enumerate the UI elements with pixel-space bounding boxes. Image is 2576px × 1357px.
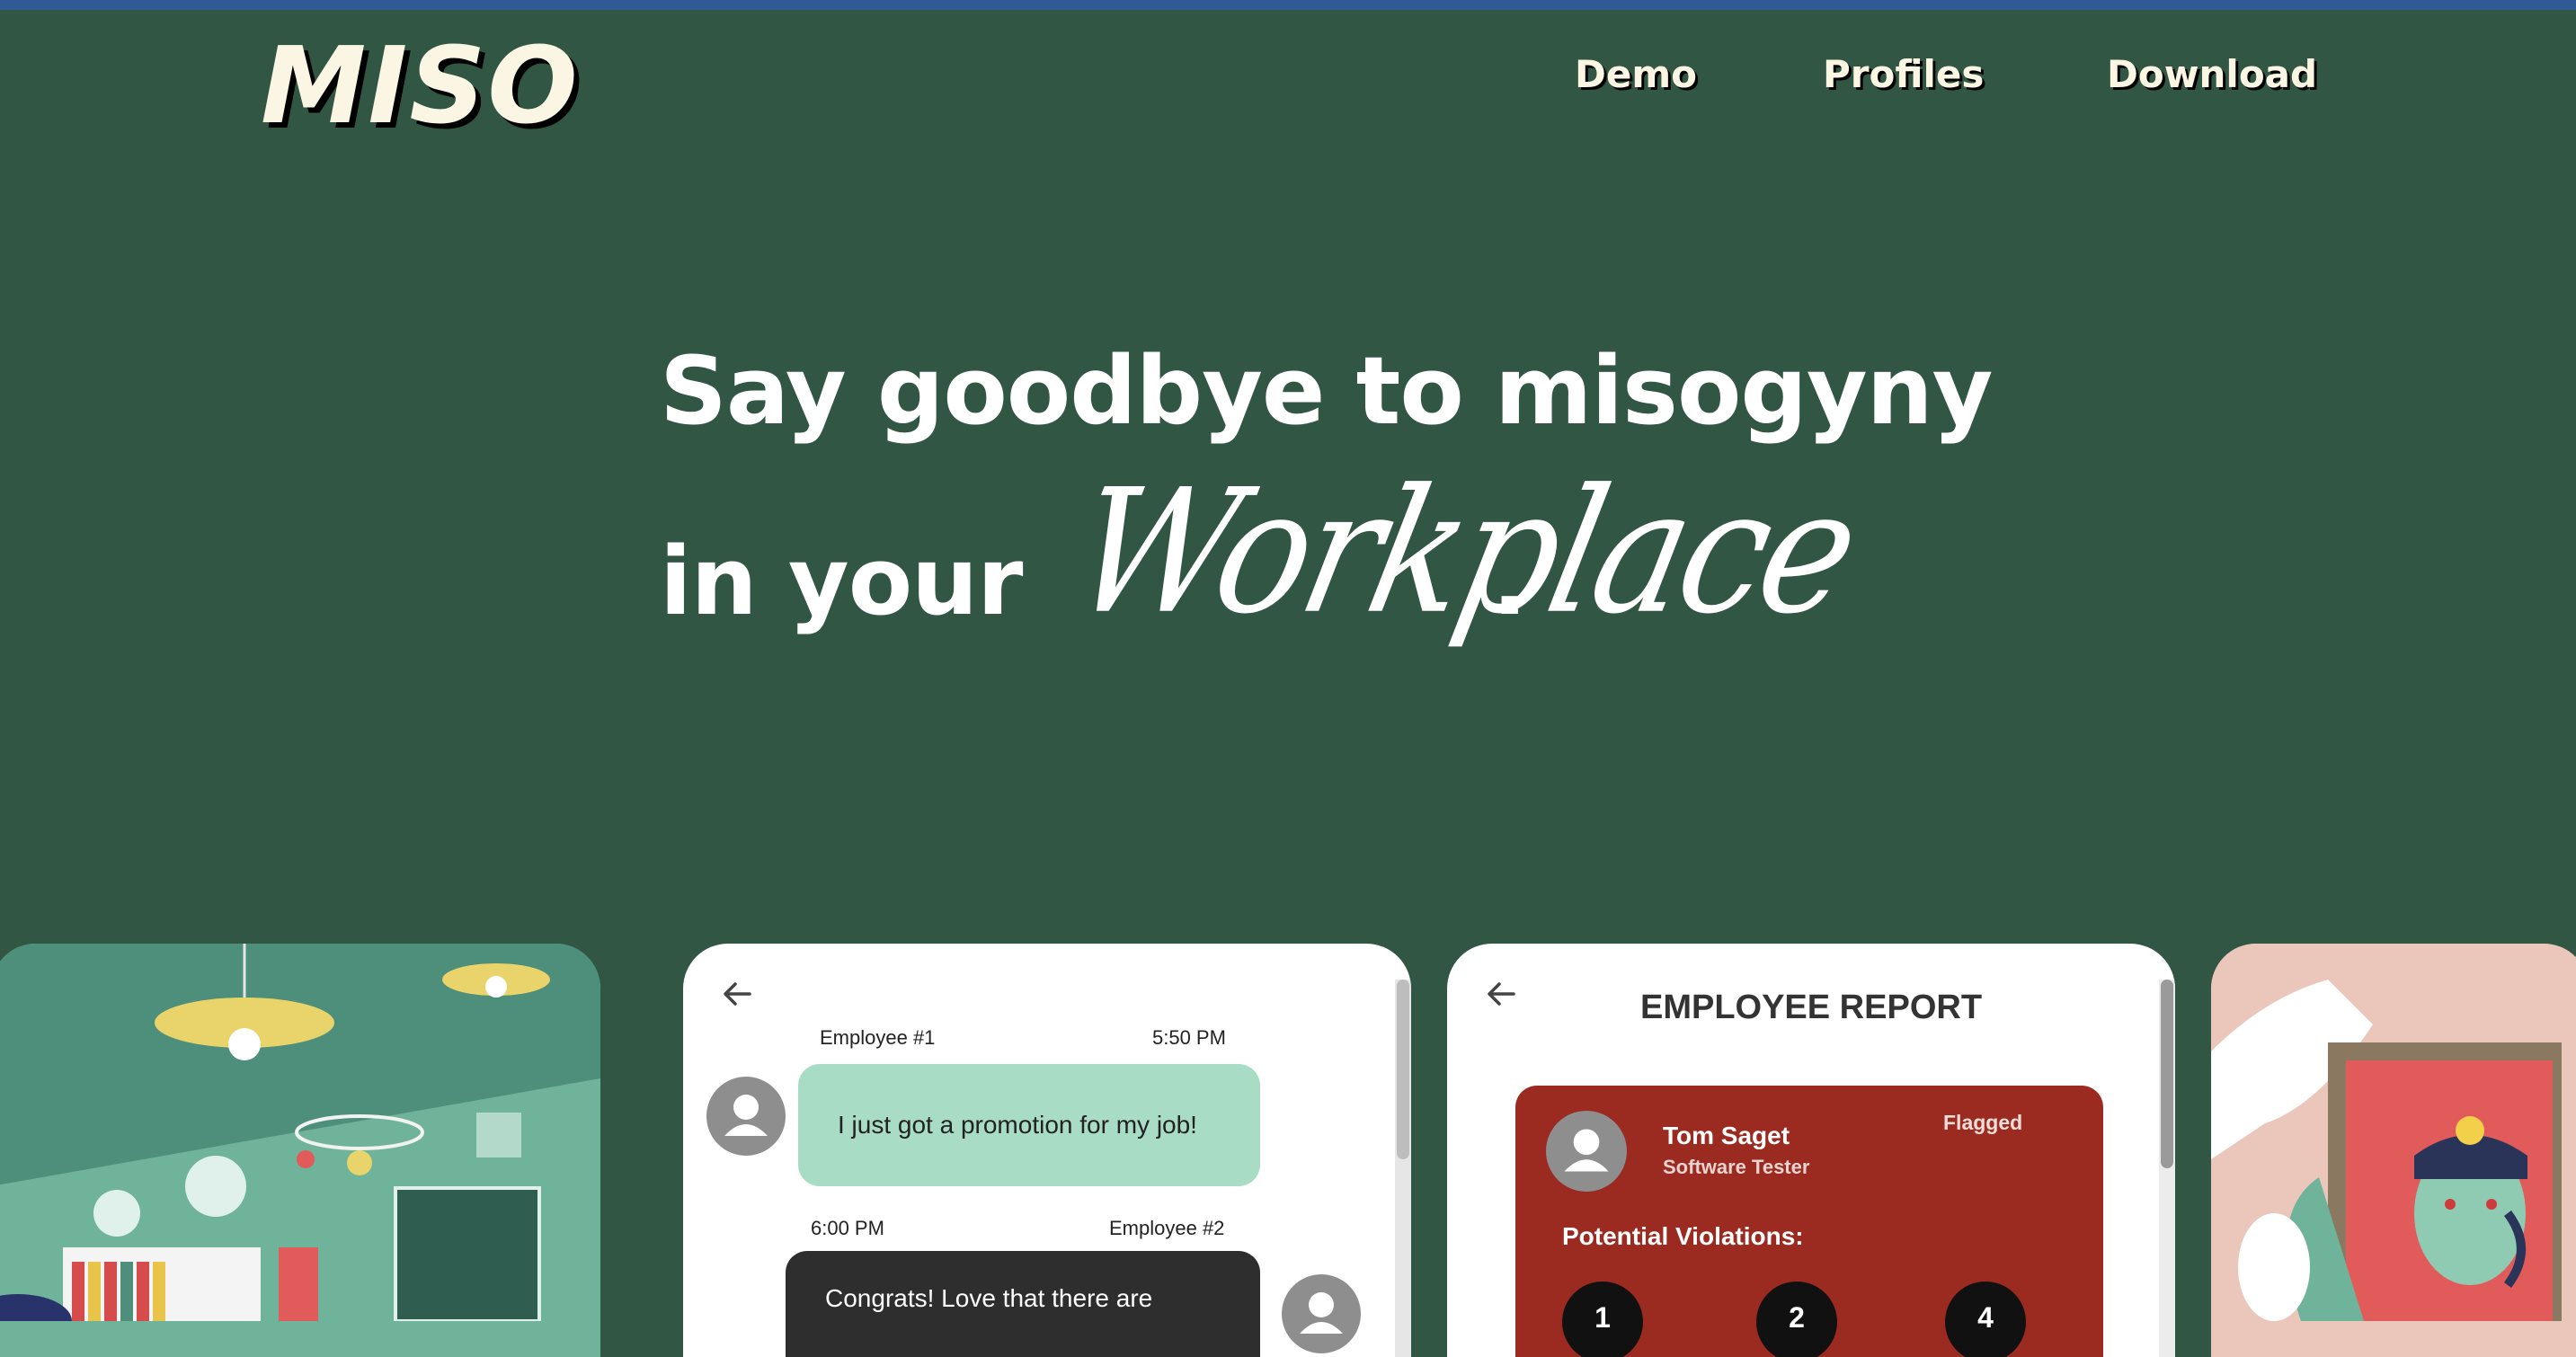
- hero-period: .: [1492, 527, 1528, 636]
- nav-demo-link[interactable]: Demo: [1575, 53, 1697, 95]
- user-icon: [1300, 1292, 1343, 1334]
- portrait-illustration-card: [2211, 944, 2576, 1357]
- violation-count[interactable]: 2: [1756, 1282, 1837, 1357]
- portrait-illustration: [2211, 944, 2576, 1321]
- message-sender: Employee #1: [820, 1026, 936, 1049]
- hero-headline-line1: Say goodbye to misogyny: [660, 336, 1993, 446]
- chat-bubble-outgoing: Congrats! Love that there are: [786, 1251, 1260, 1357]
- message-time: 6:00 PM: [811, 1217, 884, 1239]
- report-panel[interactable]: Tom Saget Software Tester Flagged Potent…: [1515, 1086, 2103, 1357]
- chat-preview-card: Employee #1 5:50 PM I just got a promoti…: [683, 944, 1411, 1357]
- top-accent-strip: [0, 0, 2576, 10]
- main-nav: Demo Profiles Download: [0, 53, 2576, 108]
- user-icon: [1564, 1129, 1609, 1172]
- chat-scrollbar-thumb[interactable]: [1397, 980, 1409, 1159]
- violations-label: Potential Violations:: [1562, 1222, 1804, 1250]
- avatar: [1282, 1274, 1361, 1353]
- hero-headline-line2: in your: [660, 527, 1023, 636]
- employee-report-card: EMPLOYEE REPORT Tom Saget Software Teste…: [1447, 944, 2175, 1357]
- avatar: [1546, 1111, 1627, 1192]
- avatar: [706, 1077, 786, 1156]
- employee-name: Tom Saget: [1663, 1122, 1790, 1149]
- employee-role: Software Tester: [1663, 1156, 1810, 1178]
- message-sender: Employee #2: [1109, 1217, 1225, 1239]
- violation-count[interactable]: 1: [1562, 1282, 1643, 1357]
- report-title: EMPLOYEE REPORT: [1639, 989, 1983, 1026]
- chat-bubble-incoming: I just got a promotion for my job!: [798, 1064, 1260, 1186]
- nav-profiles-link[interactable]: Profiles: [1823, 53, 1984, 95]
- office-illustration: [0, 944, 600, 1348]
- hero-script-word: Workplace: [1057, 452, 1870, 652]
- violation-count[interactable]: 4: [1945, 1282, 2026, 1357]
- nav-download-link[interactable]: Download: [2107, 53, 2317, 95]
- message-time: 5:50 PM: [1152, 1026, 1226, 1049]
- status-badge: Flagged: [1943, 1111, 2023, 1134]
- user-icon: [724, 1095, 768, 1136]
- back-arrow-icon[interactable]: [719, 976, 755, 1012]
- office-illustration-card: [0, 944, 600, 1357]
